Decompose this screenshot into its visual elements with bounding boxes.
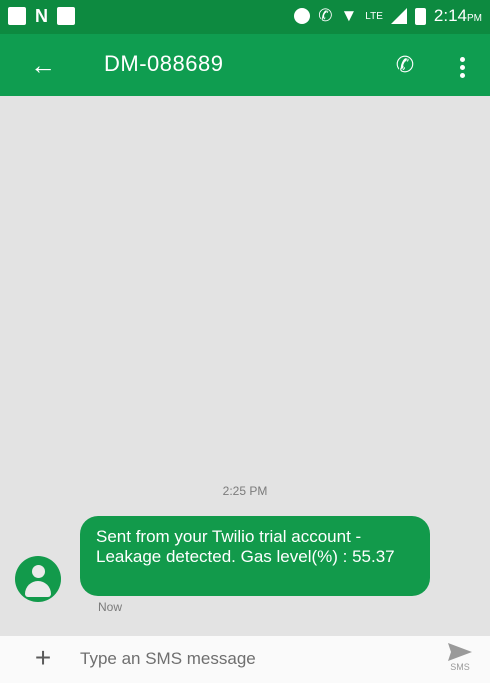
nfc-icon: N: [35, 6, 48, 26]
wifi-icon: ▼: [340, 6, 358, 25]
more-options-button[interactable]: [450, 50, 474, 80]
sender-avatar[interactable]: [15, 556, 61, 602]
status-bar-right: ✆ ▼ LTE 2:14PM: [294, 6, 482, 26]
add-attachment-button[interactable]: +: [30, 644, 56, 672]
status-time: 2:14PM: [433, 6, 482, 25]
qr-icon: [8, 7, 26, 25]
compose-bar: + SMS: [0, 636, 490, 683]
phone-icon: ✆: [395, 52, 415, 77]
sms-screen: N ✆ ▼ LTE 2:14PM ← DM-088689 ✆ 2:25 PM S…: [0, 0, 490, 683]
status-bar-left: N: [8, 7, 75, 25]
more-vert-icon: [450, 50, 474, 78]
call-button[interactable]: ✆: [390, 50, 420, 80]
conversation-view[interactable]: 2:25 PM Sent from your Twilio trial acco…: [0, 96, 490, 636]
send-button[interactable]: SMS: [440, 640, 480, 680]
message-input[interactable]: [80, 645, 400, 673]
message-timestamp: 2:25 PM: [222, 484, 268, 498]
status-bar: N ✆ ▼ LTE 2:14PM: [0, 0, 490, 34]
battery-icon: [414, 7, 426, 25]
message-status: Now: [98, 600, 123, 614]
network-type: LTE: [365, 10, 383, 22]
arrow-left-icon: ←: [30, 50, 56, 80]
message-bubble[interactable]: Sent from your Twilio trial account - Le…: [80, 516, 430, 596]
dnd-icon: [294, 8, 311, 24]
image-icon: [57, 7, 75, 25]
conversation-title: DM-088689: [104, 51, 224, 76]
signal-icon: [390, 8, 407, 24]
message-text: Sent from your Twilio trial account - Le…: [96, 527, 395, 566]
send-label: SMS: [450, 662, 470, 672]
plus-icon: +: [34, 642, 52, 673]
send-icon: [448, 643, 472, 661]
app-bar: ← DM-088689 ✆: [0, 34, 490, 96]
volte-icon: ✆: [318, 6, 333, 25]
back-button[interactable]: ←: [28, 50, 58, 80]
